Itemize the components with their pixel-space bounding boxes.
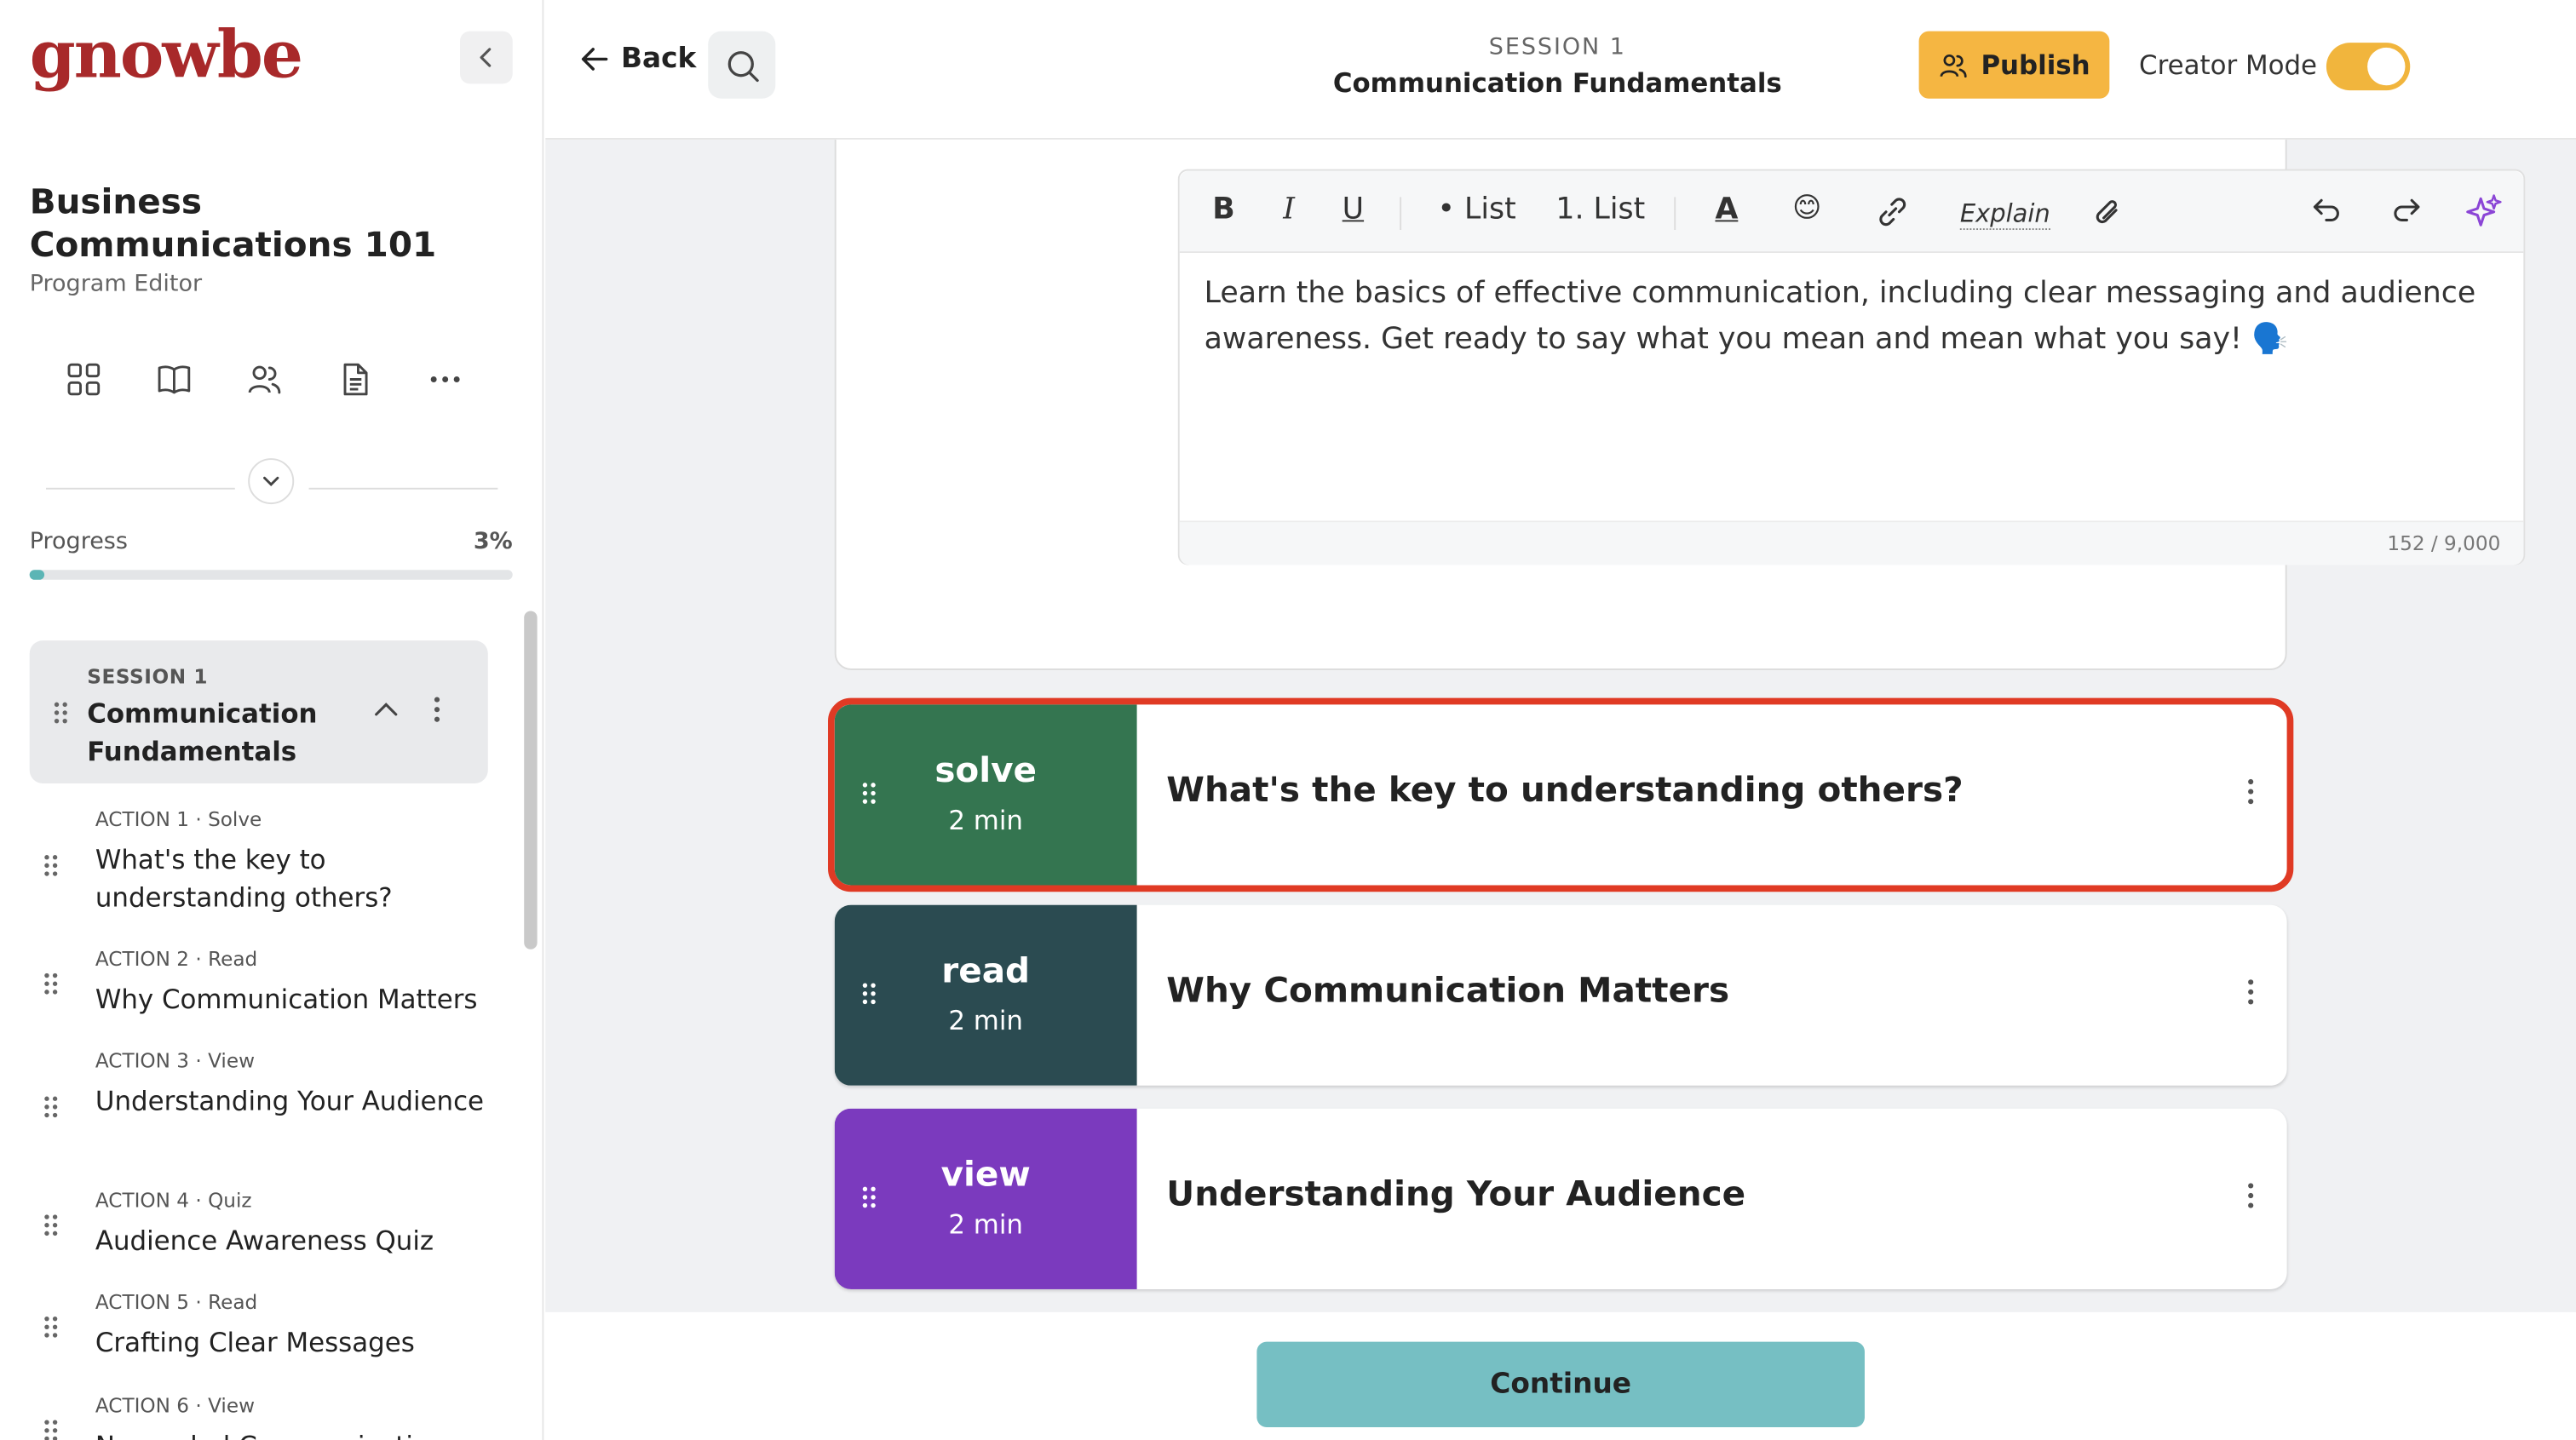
session-kicker: SESSION 1 xyxy=(87,665,209,689)
undo-icon[interactable] xyxy=(2310,196,2343,233)
editor-body[interactable]: Learn the basics of effective communicat… xyxy=(1205,271,2503,363)
app-root: gnowbe Business Communications 101 Progr… xyxy=(0,0,2576,1440)
action-title: Understanding Your Audience xyxy=(95,1085,485,1117)
progress-bar xyxy=(29,570,513,580)
action-title: Crafting Clear Messages xyxy=(95,1327,415,1358)
toolbar-divider xyxy=(1400,197,1402,231)
action-type-label: view xyxy=(940,1154,1031,1195)
drag-handle-icon[interactable] xyxy=(43,852,59,886)
grid-icon[interactable] xyxy=(66,361,101,397)
action-meta: ACTION 4 · Quiz xyxy=(95,1189,252,1213)
session-description-card: B I U • List 1. List A 😊 Explain Learn t… xyxy=(834,139,2526,670)
logo[interactable]: gnowbe xyxy=(30,16,303,94)
action-meta: ACTION 3 · View xyxy=(95,1049,256,1073)
main-content: B I U • List 1. List A 😊 Explain Learn t… xyxy=(545,139,2576,1312)
book-icon[interactable] xyxy=(156,361,192,397)
action-card-title: Understanding Your Audience xyxy=(1166,1173,1746,1214)
program-title: Business Communications 101 xyxy=(29,182,437,265)
attachment-icon[interactable] xyxy=(2091,196,2125,240)
continue-button[interactable]: Continue xyxy=(1256,1341,1865,1427)
emoji-button[interactable]: 😊 xyxy=(1792,192,1821,226)
collapse-sidebar-button[interactable] xyxy=(460,31,513,84)
creator-mode-label: Creator Mode xyxy=(2139,49,2318,81)
chevron-down-icon xyxy=(263,476,279,486)
progress-label: Progress xyxy=(29,529,128,555)
program-subtitle: Program Editor xyxy=(29,271,203,298)
action-type-label: read xyxy=(941,950,1031,990)
action-card-title: What's the key to understanding others? xyxy=(1166,770,1964,810)
editor-footer: 152 / 9,000 xyxy=(1179,520,2524,565)
chevron-left-icon xyxy=(480,48,492,67)
drag-handle-icon[interactable] xyxy=(43,1093,59,1127)
numbered-list-button[interactable]: 1. List xyxy=(1555,192,1645,227)
toolbar-divider xyxy=(1674,197,1676,231)
action-duration: 2 min xyxy=(948,1005,1023,1036)
italic-button[interactable]: I xyxy=(1283,192,1295,227)
underline-button[interactable]: U xyxy=(1343,192,1364,227)
session-item[interactable]: SESSION 1 Communication Fundamentals xyxy=(29,640,488,783)
rich-text-editor[interactable]: B I U • List 1. List A 😊 Explain Learn t… xyxy=(1177,169,2526,565)
action-menu-icon[interactable] xyxy=(2247,978,2254,1012)
sidebar-scrollbar[interactable] xyxy=(524,611,538,949)
progress-bar-fill xyxy=(29,570,44,580)
divider xyxy=(308,487,498,490)
text-color-button[interactable]: A xyxy=(1715,192,1738,227)
more-icon[interactable] xyxy=(427,361,463,397)
editor-toolbar: B I U • List 1. List A 😊 Explain xyxy=(1179,170,2524,254)
action-type-block: read 2 min xyxy=(834,904,1137,1086)
action-title: Why Communication Matters xyxy=(95,984,478,1015)
toggle-knob xyxy=(2367,47,2406,86)
action-meta: ACTION 5 · Read xyxy=(95,1290,258,1314)
bullet-list-button[interactable]: • List xyxy=(1438,192,1516,227)
action-card[interactable]: solve 2 min What's the key to understand… xyxy=(828,697,2294,892)
divider xyxy=(46,487,235,490)
action-meta: ACTION 6 · View xyxy=(95,1394,256,1418)
action-title: Nonverbal Communication xyxy=(95,1427,490,1440)
creator-mode-toggle[interactable] xyxy=(2326,43,2411,91)
sidebar-nav xyxy=(66,361,463,397)
action-menu-icon[interactable] xyxy=(2247,1183,2254,1216)
link-icon[interactable] xyxy=(1875,196,1911,237)
drag-handle-icon[interactable] xyxy=(43,971,59,1004)
action-meta: ACTION 1 · Solve xyxy=(95,807,262,831)
redo-icon[interactable] xyxy=(2390,196,2424,233)
ai-sparkle-icon[interactable] xyxy=(2464,192,2504,240)
drag-handle-icon[interactable] xyxy=(53,700,69,733)
action-type-block: view 2 min xyxy=(834,1108,1137,1289)
document-icon[interactable] xyxy=(336,361,372,397)
publish-label: Publish xyxy=(1981,49,2090,81)
top-bar: Back SESSION 1 Communication Fundamental… xyxy=(545,0,2576,140)
action-title: What's the key to understanding others? xyxy=(95,844,393,914)
expand-button[interactable] xyxy=(248,458,295,505)
action-duration: 2 min xyxy=(948,1208,1023,1241)
sidebar: gnowbe Business Communications 101 Progr… xyxy=(0,0,544,1440)
action-menu-icon[interactable] xyxy=(2247,778,2254,812)
action-type-label: solve xyxy=(934,750,1038,790)
drag-handle-icon[interactable] xyxy=(43,1417,59,1440)
action-card-title: Why Communication Matters xyxy=(1166,970,1730,1011)
session-menu-icon[interactable] xyxy=(434,697,440,730)
chevron-up-icon[interactable] xyxy=(371,695,401,731)
action-card[interactable]: view 2 min Understanding Your Audience xyxy=(834,1108,2287,1289)
bottom-bar: Continue xyxy=(545,1311,2576,1440)
action-card[interactable]: read 2 min Why Communication Matters xyxy=(834,904,2287,1086)
action-type-block: solve 2 min xyxy=(834,704,1137,886)
drag-handle-icon[interactable] xyxy=(43,1314,59,1347)
action-title: Audience Awareness Quiz xyxy=(95,1225,434,1257)
session-name: Communication Fundamentals xyxy=(87,697,318,767)
drag-handle-icon[interactable] xyxy=(43,1212,59,1245)
action-meta: ACTION 2 · Read xyxy=(95,947,258,971)
explain-button[interactable]: Explain xyxy=(1959,198,2050,231)
users-icon[interactable] xyxy=(246,361,282,397)
bold-button[interactable]: B xyxy=(1212,192,1234,227)
users-icon xyxy=(1940,54,1967,77)
publish-button[interactable]: Publish xyxy=(1918,31,2110,99)
action-duration: 2 min xyxy=(948,805,1023,836)
character-count: 152 / 9,000 xyxy=(2387,531,2501,555)
progress-value: 3% xyxy=(473,529,513,555)
